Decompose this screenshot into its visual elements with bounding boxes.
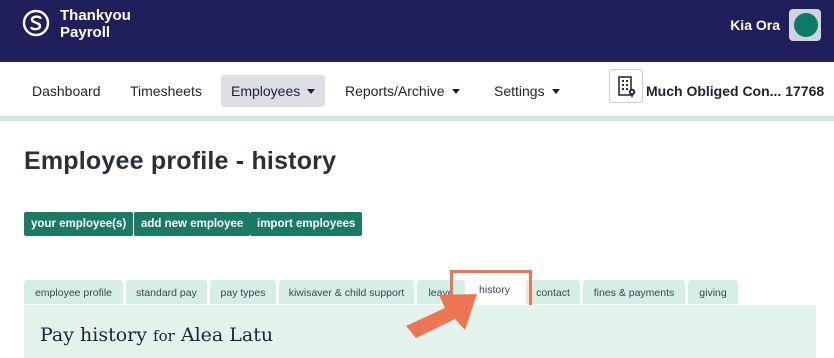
top-header: Thankyou Payroll Kia Ora — [0, 0, 834, 62]
thankyou-logo-icon[interactable] — [22, 9, 50, 37]
brand-line-2: Payroll — [60, 24, 111, 41]
import-employees-button[interactable]: import employees — [250, 212, 363, 236]
tab-employee-profile[interactable]: employee profile — [24, 280, 123, 304]
panel-title-for: for — [153, 327, 175, 345]
avatar-button[interactable] — [789, 9, 821, 41]
main-nav: Dashboard Timesheets Employees Reports/A… — [0, 62, 834, 116]
tab-giving[interactable]: giving — [688, 280, 738, 304]
page-title: Employee profile - history — [24, 147, 337, 175]
building-icon — [618, 76, 636, 98]
your-employees-button[interactable]: your employee(s) — [24, 212, 134, 236]
nav-dashboard-label: Dashboard — [32, 83, 101, 99]
nav-employees[interactable]: Employees — [221, 75, 326, 107]
chevron-down-icon — [551, 88, 560, 94]
nav-employees-label: Employees — [231, 83, 301, 99]
tab-contact[interactable]: contact — [526, 280, 580, 304]
nav-timesheets[interactable]: Timesheets — [120, 75, 212, 107]
nav-timesheets-label: Timesheets — [130, 83, 202, 99]
nav-dashboard[interactable]: Dashboard — [22, 75, 111, 107]
chevron-down-icon — [307, 88, 316, 94]
employee-name: Alea Latu — [180, 324, 274, 346]
panel-title: Pay history for Alea Latu — [40, 324, 273, 346]
nav-settings-label: Settings — [494, 83, 545, 99]
brand-line-1: Thankyou — [60, 7, 131, 24]
user-greeting: Kia Ora — [730, 17, 780, 33]
nav-reports-archive[interactable]: Reports/Archive — [335, 75, 470, 107]
tab-fines-payments[interactable]: fines & payments — [583, 280, 685, 304]
annotation-arrow-icon — [406, 294, 477, 338]
nav-divider — [0, 116, 834, 121]
brand-name[interactable]: Thankyou Payroll — [60, 7, 131, 41]
tab-kiwisaver-child-support[interactable]: kiwisaver & child support — [279, 280, 414, 304]
avatar — [794, 13, 818, 37]
nav-settings[interactable]: Settings — [484, 75, 570, 107]
tab-pay-types[interactable]: pay types — [210, 280, 276, 304]
nav-reports-label: Reports/Archive — [345, 83, 445, 99]
tab-standard-pay[interactable]: standard pay — [126, 280, 207, 304]
add-new-employee-button[interactable]: add new employee — [134, 212, 251, 236]
company-switcher-button[interactable] — [609, 69, 643, 103]
chevron-down-icon — [451, 88, 460, 94]
panel-title-label: Pay history — [40, 324, 147, 346]
company-name[interactable]: Much Obliged Con... 17768 — [646, 75, 824, 107]
